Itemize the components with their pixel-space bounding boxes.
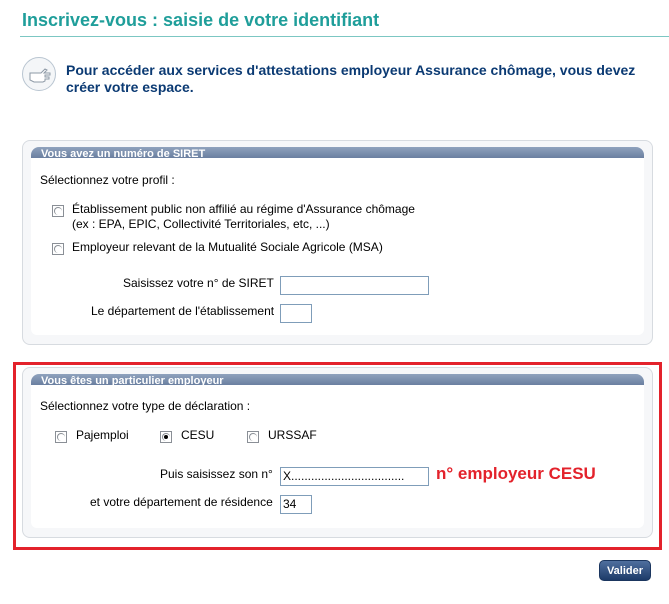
option-public-establishment-label: Établissement public non affilié au régi… bbox=[72, 202, 415, 216]
establishment-department-input[interactable] bbox=[280, 304, 312, 323]
title-divider bbox=[20, 36, 669, 37]
cesu-number-annotation: n° employeur CESU bbox=[436, 464, 596, 483]
establishment-department-label: Le département de l'établissement bbox=[91, 304, 275, 318]
radio-public-establishment[interactable] bbox=[52, 205, 64, 217]
radio-msa-employer[interactable] bbox=[52, 243, 64, 255]
pointing-hand-icon bbox=[22, 57, 56, 91]
option-msa-employer-label: Employeur relevant de la Mutualité Socia… bbox=[72, 240, 383, 254]
page-title: Inscrivez-vous : saisie de votre identif… bbox=[22, 10, 380, 30]
submit-button[interactable]: Valider bbox=[599, 560, 651, 581]
highlight-frame bbox=[13, 362, 662, 550]
option-public-establishment-example: (ex : EPA, EPIC, Collectivité Territoria… bbox=[72, 217, 330, 231]
siret-number-label: Saisissez votre n° de SIRET bbox=[123, 276, 274, 290]
intro-message: Pour accéder aux services d'attestations… bbox=[66, 62, 636, 95]
siret-number-input[interactable] bbox=[280, 276, 429, 295]
profile-label: Sélectionnez votre profil : bbox=[40, 173, 175, 187]
